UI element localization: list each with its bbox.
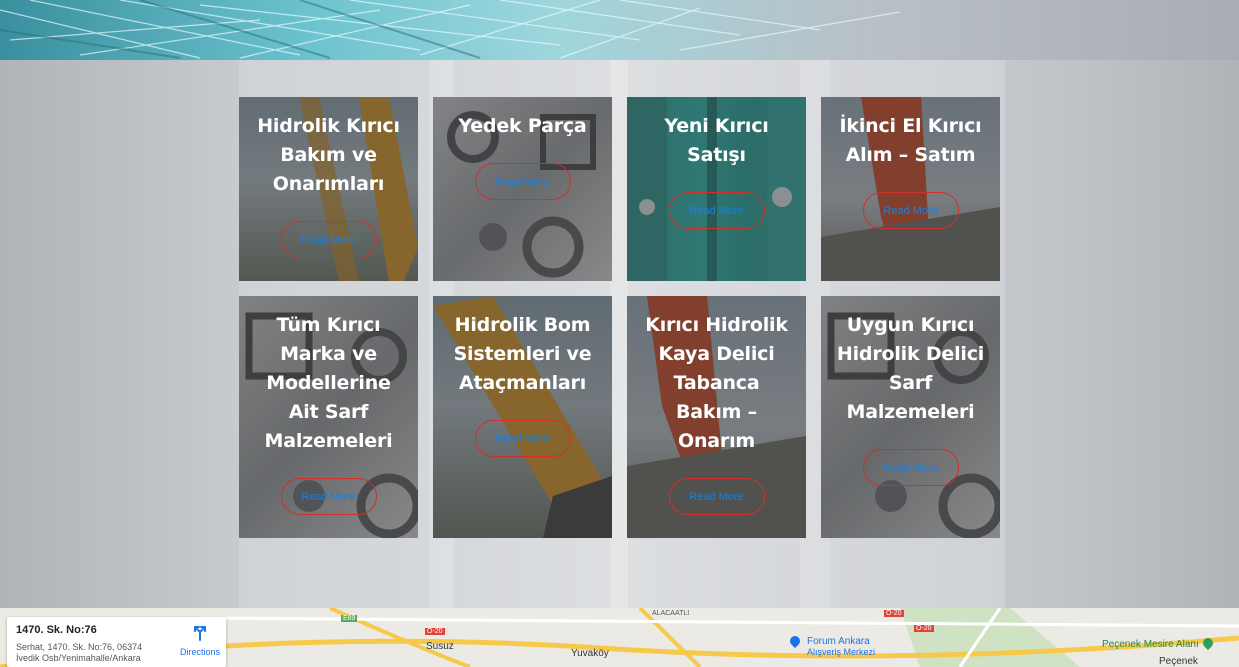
map-place-label: Peçenek Mesire Alanı	[1102, 639, 1199, 650]
banner-light-streaks	[0, 0, 901, 59]
directions-button[interactable]: Directions	[175, 625, 225, 657]
map-place-label: Peçenek	[1159, 656, 1198, 667]
service-card[interactable]: Hidrolik Bom Sistemleri ve Ataçmanları R…	[433, 296, 612, 538]
read-more-button[interactable]: Read More	[862, 192, 959, 229]
service-card[interactable]: Hidrolik Kırıcı Bakım ve Onarımları Read…	[239, 97, 418, 281]
read-more-button[interactable]: Read More	[474, 420, 571, 457]
service-card-title: Tüm Kırıcı Marka ve Modellerine Ait Sarf…	[264, 314, 393, 452]
address-line: Serhat, 1470. Sk. No:76, 06374	[16, 642, 143, 652]
service-card-title: Yedek Parça	[458, 115, 587, 137]
service-card-title: Yeni Kırıcı Satışı	[664, 115, 769, 166]
service-card-title: Hidrolik Bom Sistemleri ve Ataçmanları	[453, 314, 592, 394]
map-road-badge: E89	[341, 615, 358, 622]
read-more-button[interactable]: Read More	[474, 163, 571, 200]
service-card[interactable]: Yedek Parça Read More	[433, 97, 612, 281]
service-card[interactable]: Yeni Kırıcı Satışı Read More	[627, 97, 806, 281]
services-section: Hidrolik Kırıcı Bakım ve Onarımları Read…	[0, 60, 1239, 608]
service-card-title: Kırıcı Hidrolik Kaya Delici Tabanca Bakı…	[645, 314, 788, 452]
service-card[interactable]: İkinci El Kırıcı Alım – Satım Read More	[821, 97, 1000, 281]
service-card[interactable]: Tüm Kırıcı Marka ve Modellerine Ait Sarf…	[239, 296, 418, 538]
address-line: İvedik Osb/Yenimahalle/Ankara	[16, 653, 141, 663]
services-grid: Hidrolik Kırıcı Bakım ve Onarımları Read…	[239, 97, 1000, 538]
map-place-label: Yuvaköy	[571, 648, 609, 659]
read-more-button[interactable]: Read More	[280, 478, 377, 515]
map-road-badge: O-20	[425, 628, 445, 635]
map-place-label: Alışveriş Merkezi	[807, 647, 876, 657]
map-place-label: Forum Ankara	[807, 636, 870, 647]
service-card-title: Uygun Kırıcı Hidrolik Delici Sarf Malzem…	[836, 314, 985, 423]
read-more-button[interactable]: Read More	[668, 192, 765, 229]
service-card-title: Hidrolik Kırıcı Bakım ve Onarımları	[257, 115, 400, 195]
map-road-badge: O-20	[884, 610, 904, 617]
service-card[interactable]: Kırıcı Hidrolik Kaya Delici Tabanca Bakı…	[627, 296, 806, 538]
address-title: 1470. Sk. No:76	[16, 624, 97, 636]
service-card[interactable]: Uygun Kırıcı Hidrolik Delici Sarf Malzem…	[821, 296, 1000, 538]
read-more-button[interactable]: Read More	[862, 449, 959, 486]
map-road-badge: O-20	[914, 625, 934, 632]
read-more-button[interactable]: Read More	[668, 478, 765, 515]
hero-banner	[0, 0, 1239, 60]
map-place-label: Susuz	[426, 641, 454, 652]
map-info-card: 1470. Sk. No:76 Serhat, 1470. Sk. No:76,…	[7, 617, 226, 667]
directions-icon	[194, 626, 206, 641]
service-card-title: İkinci El Kırıcı Alım – Satım	[839, 115, 982, 166]
read-more-button[interactable]: Read More	[280, 221, 377, 258]
map-place-label: ALACAATLI	[652, 610, 690, 617]
directions-label: Directions	[179, 647, 220, 657]
